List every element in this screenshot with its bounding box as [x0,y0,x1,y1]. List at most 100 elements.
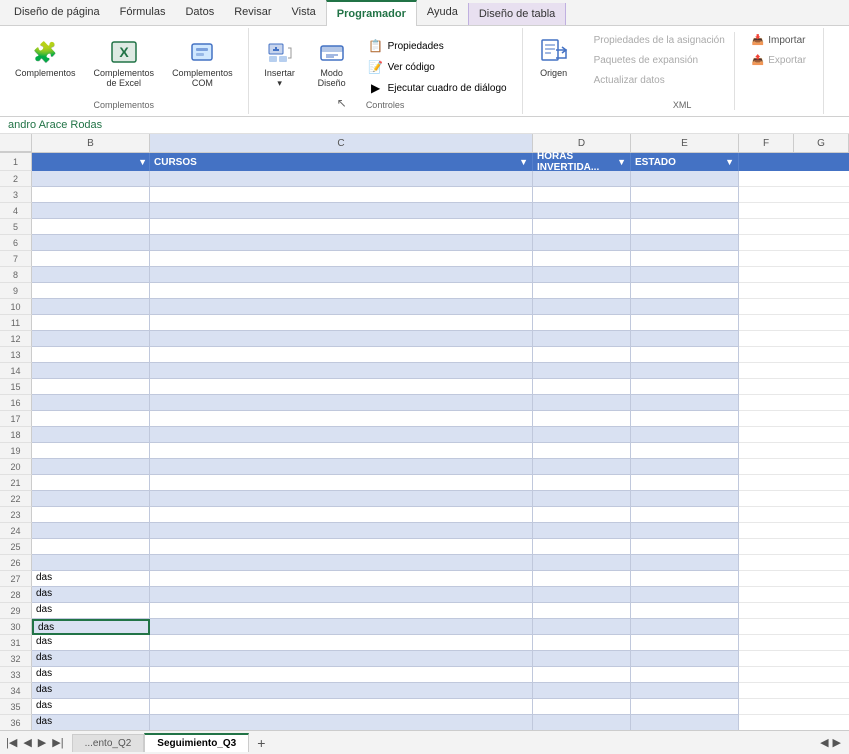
cell-e-11[interactable] [631,315,739,331]
cell-b-3[interactable] [32,187,150,203]
btn-insertar[interactable]: Insertar▾ [257,32,303,93]
cell-c-35[interactable] [150,699,533,715]
cell-d-26[interactable] [533,555,631,571]
cell-c-8[interactable] [150,267,533,283]
sheet-nav-left-left[interactable]: |◀ [4,734,19,751]
cell-e-27[interactable] [631,571,739,587]
cell-e-16[interactable] [631,395,739,411]
cell-d-14[interactable] [533,363,631,379]
cell-c-16[interactable] [150,395,533,411]
cell-b-15[interactable] [32,379,150,395]
btn-complementos[interactable]: 🧩 Complementos [8,32,83,82]
col-header-e[interactable]: E [631,134,739,152]
cell-c-36[interactable] [150,715,533,730]
col-header-b[interactable]: B [32,134,150,152]
cell-c-14[interactable] [150,363,533,379]
cell-e-7[interactable] [631,251,739,267]
cell-e-18[interactable] [631,427,739,443]
tab-diseno-pagina[interactable]: Diseño de página [4,0,110,25]
cell-e-20[interactable] [631,459,739,475]
cell-e-8[interactable] [631,267,739,283]
cell-b-18[interactable] [32,427,150,443]
tab-formulas[interactable]: Fórmulas [110,0,176,25]
cell-b-26[interactable] [32,555,150,571]
cell-e-26[interactable] [631,555,739,571]
cell-d-8[interactable] [533,267,631,283]
cell-c-4[interactable] [150,203,533,219]
cell-e-2[interactable] [631,171,739,187]
cell-d-10[interactable] [533,299,631,315]
cell-c-17[interactable] [150,411,533,427]
tab-revisar[interactable]: Revisar [224,0,281,25]
cell-e-23[interactable] [631,507,739,523]
cell-c-10[interactable] [150,299,533,315]
cell-e-21[interactable] [631,475,739,491]
cell-c-25[interactable] [150,539,533,555]
cell-d-5[interactable] [533,219,631,235]
cell-e-34[interactable] [631,683,739,699]
cell-b-16[interactable] [32,395,150,411]
btn-ver-codigo[interactable]: 📝 Ver código [361,57,514,77]
cell-d-20[interactable] [533,459,631,475]
cell-b-11[interactable] [32,315,150,331]
cell-b-30[interactable]: das [32,619,150,635]
cell-b-33[interactable]: das [32,667,150,683]
cell-c-9[interactable] [150,283,533,299]
cell-d-33[interactable] [533,667,631,683]
cell-e-12[interactable] [631,331,739,347]
cell-d-25[interactable] [533,539,631,555]
btn-complementos-excel[interactable]: X Complementosde Excel [87,32,162,92]
cell-b-9[interactable] [32,283,150,299]
cell-d-35[interactable] [533,699,631,715]
cell-c-20[interactable] [150,459,533,475]
cell-e-9[interactable] [631,283,739,299]
cell-b-2[interactable] [32,171,150,187]
cell-d-9[interactable] [533,283,631,299]
cell-c-12[interactable] [150,331,533,347]
cell-e-25[interactable] [631,539,739,555]
cell-e-31[interactable] [631,635,739,651]
cell-b-5[interactable] [32,219,150,235]
tab-programador[interactable]: Programador [326,0,417,26]
cell-b-35[interactable]: das [32,699,150,715]
cell-b-21[interactable] [32,475,150,491]
cell-d-30[interactable] [533,619,631,635]
btn-modo-diseno[interactable]: ModoDiseño [309,32,355,92]
sheet-tab-q3[interactable]: Seguimiento_Q3 [144,733,249,752]
tab-ayuda[interactable]: Ayuda [417,0,468,25]
cell-b-7[interactable] [32,251,150,267]
cell-d-29[interactable] [533,603,631,619]
cell-d-36[interactable] [533,715,631,730]
cell-e-36[interactable] [631,715,739,730]
btn-origen[interactable]: Origen [531,32,577,82]
cell-d-11[interactable] [533,315,631,331]
cell-b-12[interactable] [32,331,150,347]
cell-b-17[interactable] [32,411,150,427]
cell-c-15[interactable] [150,379,533,395]
cell-d-28[interactable] [533,587,631,603]
cell-e-17[interactable] [631,411,739,427]
cell-d-3[interactable] [533,187,631,203]
cell-e-4[interactable] [631,203,739,219]
cell-c-19[interactable] [150,443,533,459]
cell-d-6[interactable] [533,235,631,251]
cell-b-22[interactable] [32,491,150,507]
filter-btn-e[interactable]: ▼ [725,157,734,167]
cell-c-28[interactable] [150,587,533,603]
filter-btn-c[interactable]: ▼ [519,157,528,167]
cell-e-28[interactable] [631,587,739,603]
cell-e-14[interactable] [631,363,739,379]
filter-btn-b[interactable]: ▼ [138,157,147,167]
cell-c-27[interactable] [150,571,533,587]
cell-d-23[interactable] [533,507,631,523]
scroll-left[interactable]: ◀ [820,736,828,749]
cell-c-5[interactable] [150,219,533,235]
cell-e-22[interactable] [631,491,739,507]
cell-c-18[interactable] [150,427,533,443]
cell-e-15[interactable] [631,379,739,395]
cell-b-10[interactable] [32,299,150,315]
tab-vista[interactable]: Vista [282,0,326,25]
cell-e-33[interactable] [631,667,739,683]
cell-e-32[interactable] [631,651,739,667]
col-header-g[interactable]: G [794,134,849,152]
